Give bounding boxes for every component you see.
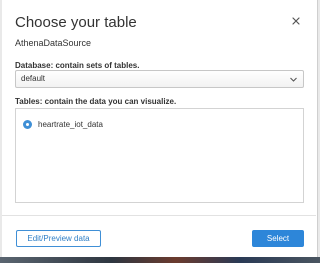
edit-preview-data-button[interactable]: Edit/Preview data [16,230,101,247]
database-select-value: default [21,74,46,83]
database-select[interactable]: default [15,70,304,88]
database-label: Database: contain sets of tables. [15,61,140,70]
dialog-title: Choose your table [15,14,137,31]
footer-divider [2,215,316,216]
choose-table-dialog: Choose your table AthenaDataSource Datab… [2,0,318,257]
chevron-down-icon [290,77,297,82]
select-button[interactable]: Select [252,230,304,247]
close-button[interactable] [290,15,302,27]
table-item-heartrate-iot-data[interactable]: heartrate_iot_data [23,118,103,130]
tables-label: Tables: contain the data you can visuali… [15,97,177,106]
data-source-name: AthenaDataSource [15,38,92,48]
table-item-label: heartrate_iot_data [38,119,103,129]
radio-selected-icon[interactable] [23,119,32,129]
background-app-strip [0,257,320,263]
close-icon [292,17,300,25]
tables-list: heartrate_iot_data [15,108,304,203]
